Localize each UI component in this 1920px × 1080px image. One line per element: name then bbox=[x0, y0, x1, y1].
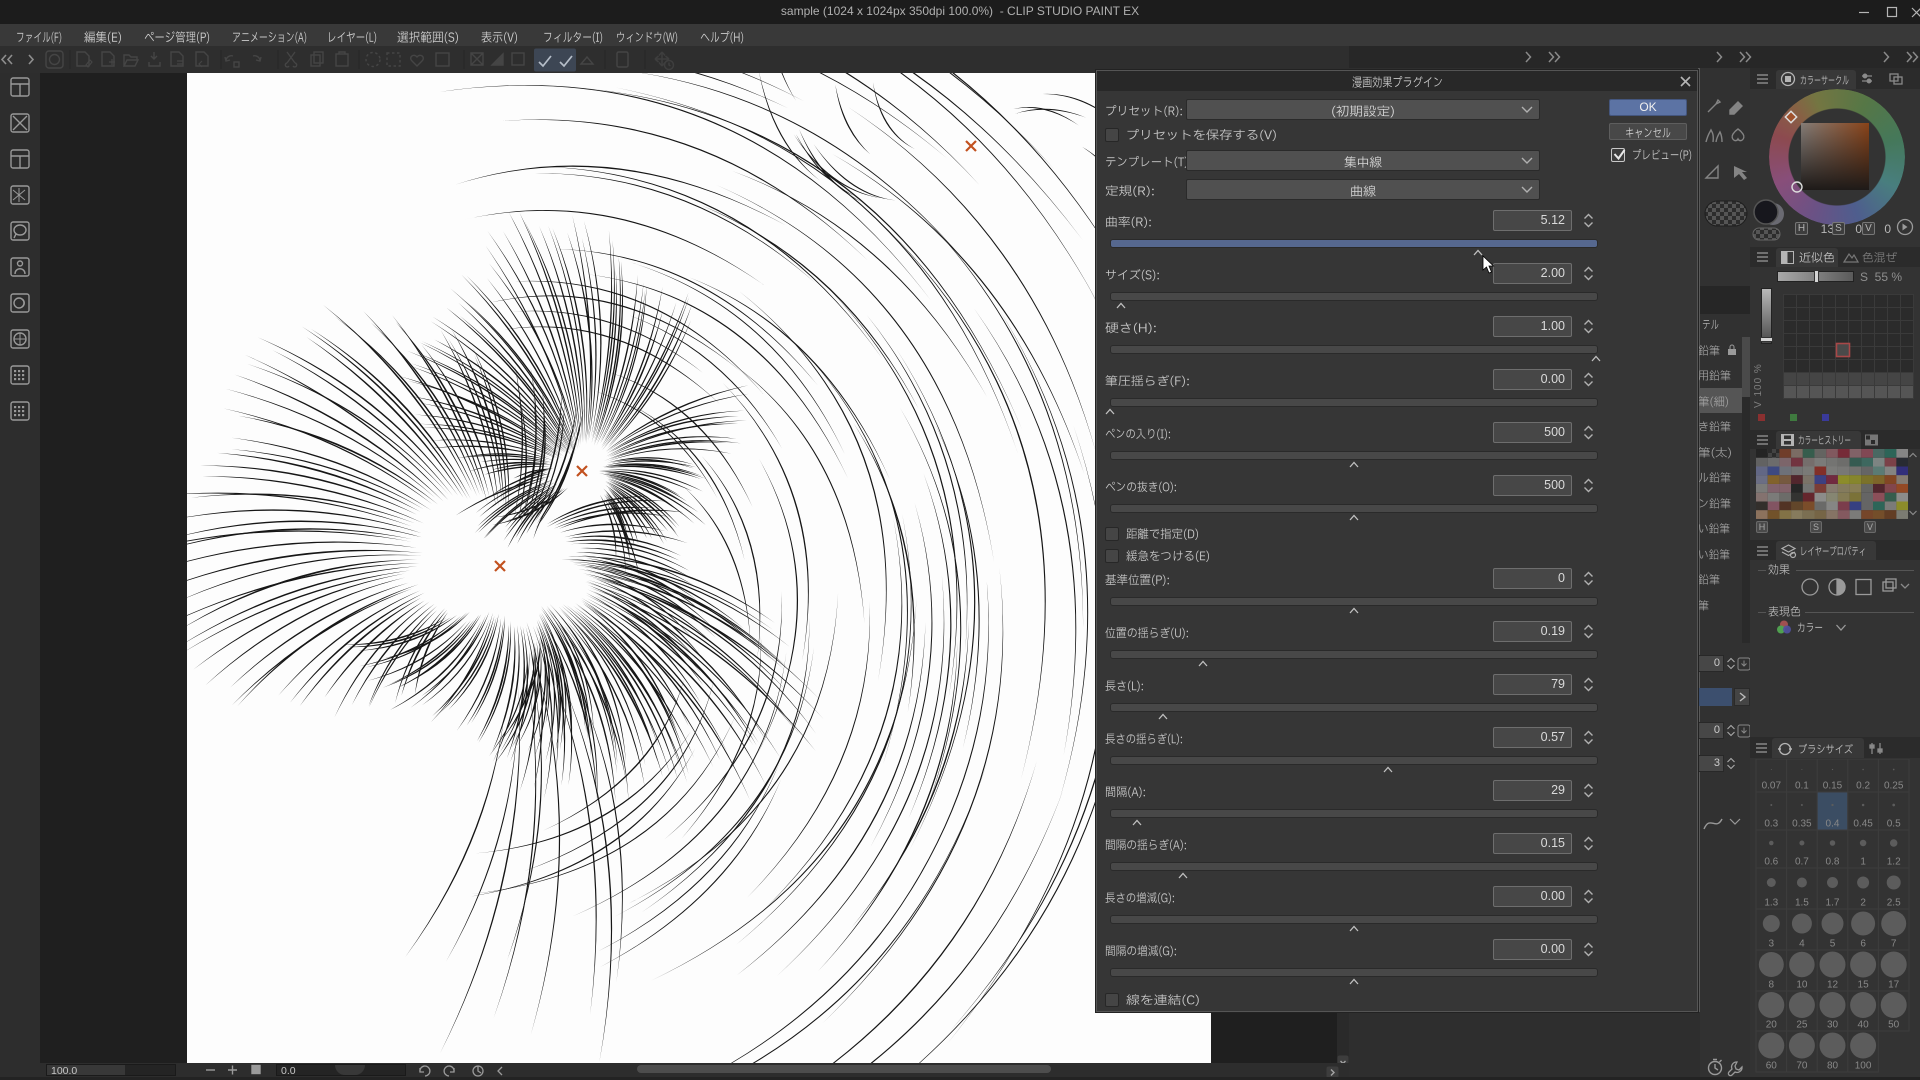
svg-text:4: 4 bbox=[1799, 939, 1805, 950]
svg-text:10: 10 bbox=[1796, 980, 1808, 991]
svg-text:0.15: 0.15 bbox=[1823, 781, 1843, 792]
svg-text:1.7: 1.7 bbox=[1826, 898, 1840, 909]
svg-text:0.7: 0.7 bbox=[1795, 857, 1809, 868]
svg-text:0.1: 0.1 bbox=[1795, 781, 1809, 792]
svg-text:12: 12 bbox=[1827, 980, 1839, 991]
svg-text:1.3: 1.3 bbox=[1764, 898, 1778, 909]
svg-text:80: 80 bbox=[1827, 1061, 1839, 1072]
svg-text:1.5: 1.5 bbox=[1795, 898, 1809, 909]
svg-text:60: 60 bbox=[1766, 1061, 1778, 1072]
svg-text:17: 17 bbox=[1888, 980, 1900, 991]
svg-text:6: 6 bbox=[1860, 939, 1866, 950]
svg-text:70: 70 bbox=[1796, 1061, 1808, 1072]
svg-text:100: 100 bbox=[1855, 1061, 1872, 1072]
svg-text:20: 20 bbox=[1766, 1020, 1778, 1031]
svg-text:0.4: 0.4 bbox=[1826, 819, 1840, 830]
svg-text:0.25: 0.25 bbox=[1884, 781, 1904, 792]
svg-text:2.5: 2.5 bbox=[1887, 898, 1901, 909]
svg-text:0.35: 0.35 bbox=[1792, 819, 1812, 830]
svg-text:25: 25 bbox=[1796, 1020, 1808, 1031]
svg-text:0.6: 0.6 bbox=[1764, 857, 1778, 868]
svg-text:8: 8 bbox=[1769, 980, 1775, 991]
svg-text:50: 50 bbox=[1888, 1020, 1900, 1031]
svg-text:0.3: 0.3 bbox=[1764, 819, 1778, 830]
svg-text:0.2: 0.2 bbox=[1856, 781, 1870, 792]
svg-text:1.2: 1.2 bbox=[1887, 857, 1901, 868]
svg-text:3: 3 bbox=[1769, 939, 1775, 950]
svg-text:0.8: 0.8 bbox=[1826, 857, 1840, 868]
svg-text:30: 30 bbox=[1827, 1020, 1839, 1031]
svg-text:40: 40 bbox=[1858, 1020, 1870, 1031]
svg-text:7: 7 bbox=[1891, 939, 1897, 950]
svg-text:0.45: 0.45 bbox=[1853, 819, 1873, 830]
svg-text:2: 2 bbox=[1860, 898, 1866, 909]
svg-text:0.5: 0.5 bbox=[1887, 819, 1901, 830]
svg-text:1: 1 bbox=[1860, 857, 1866, 868]
svg-text:0.07: 0.07 bbox=[1762, 781, 1782, 792]
svg-text:5: 5 bbox=[1830, 939, 1836, 950]
svg-text:15: 15 bbox=[1858, 980, 1870, 991]
